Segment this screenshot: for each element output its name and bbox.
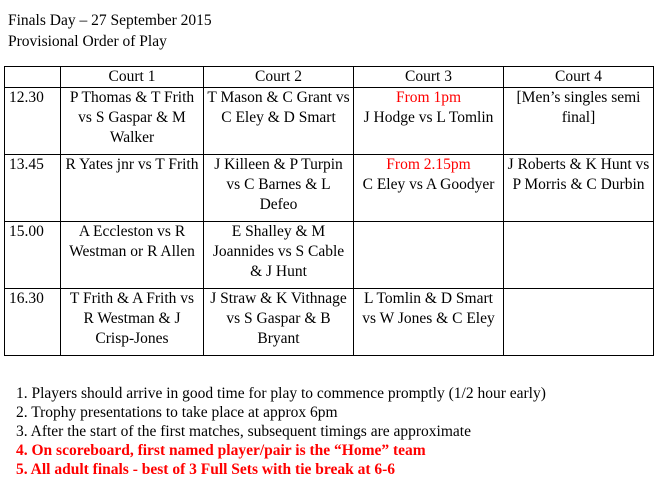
court-3-cell: L Tomlin & D Smart vs W Jones & C Eley xyxy=(353,288,504,356)
notes-list: 1. Players should arrive in good time fo… xyxy=(16,384,546,479)
court-3-cell: From 2.15pm C Eley vs A Goodyer xyxy=(353,154,504,222)
time-cell: 13.45 xyxy=(4,154,61,222)
court-1-cell: T Frith & A Frith vs R Westman & J Crisp… xyxy=(60,288,204,356)
note-item: 2. Trophy presentations to take place at… xyxy=(16,404,338,421)
time-cell: 16.30 xyxy=(4,288,61,356)
document-header: Finals Day – 27 September 2015 Provision… xyxy=(8,10,212,52)
note-item: 3. After the start of the first matches,… xyxy=(16,423,471,440)
court-4-cell xyxy=(503,288,654,356)
document-subtitle: Provisional Order of Play xyxy=(8,33,167,50)
header-cell-court-1: Court 1 xyxy=(60,66,204,88)
table-row: 13.45 R Yates jnr vs T Frith J Killeen &… xyxy=(4,154,654,222)
note-item-highlighted: 5. All adult finals - best of 3 Full Set… xyxy=(16,461,396,478)
court-4-cell xyxy=(503,221,654,289)
header-cell-court-4: Court 4 xyxy=(503,66,654,88)
document-title: Finals Day – 27 September 2015 xyxy=(8,12,212,29)
time-cell: 15.00 xyxy=(4,221,61,289)
court-1-cell: A Eccleston vs R Westman or R Allen xyxy=(60,221,204,289)
table-row: 15.00 A Eccleston vs R Westman or R Alle… xyxy=(4,221,654,289)
table-row: 16.30 T Frith & A Frith vs R Westman & J… xyxy=(4,288,654,356)
court-2-cell: J Killeen & P Turpin vs C Barnes & L Def… xyxy=(203,154,354,222)
note-item-highlighted: 4. On scoreboard, first named player/pai… xyxy=(16,442,426,459)
court-1-cell: P Thomas & T Frith vs S Gaspar & M Walke… xyxy=(60,87,204,155)
time-cell: 12.30 xyxy=(4,87,61,155)
court-4-cell: [Men’s singles semi final] xyxy=(503,87,654,155)
order-of-play-table: Court 1 Court 2 Court 3 Court 4 12.30 P … xyxy=(4,66,654,356)
start-time-note: From 1pm xyxy=(395,89,462,106)
court-2-cell: J Straw & K Vithnage vs S Gaspar & B Bry… xyxy=(203,288,354,356)
court-2-cell: E Shalley & M Joannides vs S Cable & J H… xyxy=(203,221,354,289)
table-header-row: Court 1 Court 2 Court 3 Court 4 xyxy=(4,66,654,88)
header-cell-court-2: Court 2 xyxy=(203,66,354,88)
court-1-cell: R Yates jnr vs T Frith xyxy=(60,154,204,222)
court-4-cell: J Roberts & K Hunt vs P Morris & C Durbi… xyxy=(503,154,654,222)
match-text: C Eley vs A Goodyer xyxy=(362,176,495,193)
table-row: 12.30 P Thomas & T Frith vs S Gaspar & M… xyxy=(4,87,654,155)
start-time-note: From 2.15pm xyxy=(386,156,471,173)
court-3-cell xyxy=(353,221,504,289)
court-2-cell: T Mason & C Grant vs C Eley & D Smart xyxy=(203,87,354,155)
court-3-cell: From 1pm J Hodge vs L Tomlin xyxy=(353,87,504,155)
header-cell-court-3: Court 3 xyxy=(353,66,504,88)
match-text: J Hodge vs L Tomlin xyxy=(363,109,494,126)
header-cell-time xyxy=(4,66,61,88)
note-item: 1. Players should arrive in good time fo… xyxy=(16,385,546,402)
